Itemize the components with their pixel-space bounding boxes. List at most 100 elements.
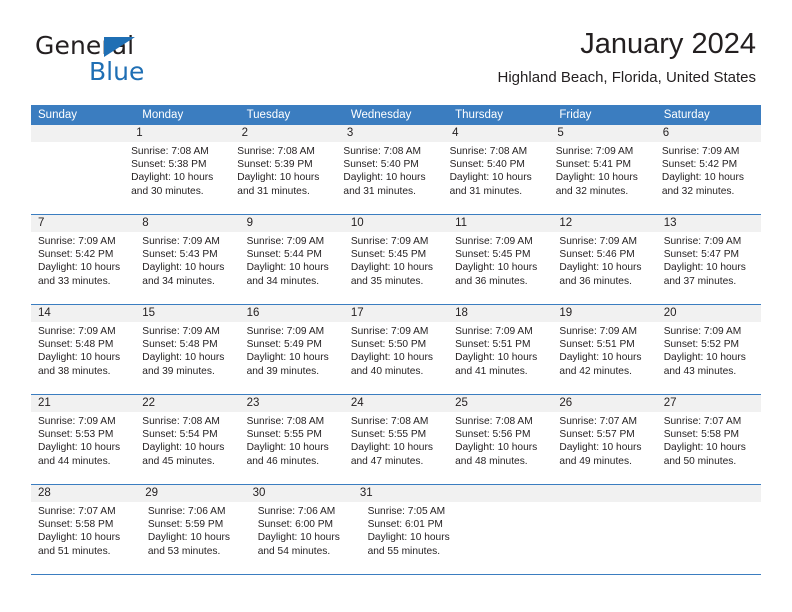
- day-number[interactable]: 20: [657, 305, 761, 322]
- sunset-text: Sunset: 5:56 PM: [455, 429, 531, 441]
- day-number[interactable]: 16: [240, 305, 344, 322]
- day-cell[interactable]: Sunrise: 7:09 AM Sunset: 5:48 PM Daylight:…: [135, 322, 239, 394]
- sunrise-text: Sunrise: 7:09 AM: [246, 326, 325, 337]
- day-cell[interactable]: Sunrise: 7:08 AM Sunset: 5:38 PM Daylight:…: [124, 142, 230, 214]
- day-cell[interactable]: Sunrise: 7:09 AM Sunset: 5:51 PM Daylight:…: [448, 322, 552, 394]
- day-cell[interactable]: Sunrise: 7:09 AM Sunset: 5:51 PM Daylight:…: [552, 322, 656, 394]
- daylight-text-line1: Daylight: 10 hours: [367, 532, 450, 544]
- day-cell[interactable]: Sunrise: 7:08 AM Sunset: 5:40 PM Daylight:…: [336, 142, 442, 214]
- day-cell[interactable]: Sunrise: 7:09 AM Sunset: 5:53 PM Daylight:…: [31, 412, 135, 484]
- day-cell[interactable]: Sunrise: 7:08 AM Sunset: 5:54 PM Daylight:…: [135, 412, 239, 484]
- day-cell[interactable]: Sunrise: 7:08 AM Sunset: 5:40 PM Daylight:…: [443, 142, 549, 214]
- day-number[interactable]: 11: [448, 215, 552, 232]
- sunset-text: Sunset: 5:38 PM: [131, 159, 207, 171]
- day-cell[interactable]: Sunrise: 7:09 AM Sunset: 5:50 PM Daylight:…: [344, 322, 448, 394]
- day-cell[interactable]: Sunrise: 7:08 AM Sunset: 5:39 PM Daylight:…: [230, 142, 336, 214]
- day-number[interactable]: 27: [657, 395, 761, 412]
- day-cell[interactable]: Sunrise: 7:09 AM Sunset: 5:41 PM Daylight:…: [549, 142, 655, 214]
- day-cell[interactable]: Sunrise: 7:09 AM Sunset: 5:49 PM Daylight:…: [240, 322, 344, 394]
- day-number[interactable]: 13: [657, 215, 761, 232]
- day-cell[interactable]: Sunrise: 7:08 AM Sunset: 5:55 PM Daylight:…: [240, 412, 344, 484]
- day-cell[interactable]: Sunrise: 7:09 AM Sunset: 5:43 PM Daylight:…: [135, 232, 239, 304]
- sunrise-text: Sunrise: 7:09 AM: [38, 416, 116, 427]
- day-cell[interactable]: Sunrise: 7:08 AM Sunset: 5:56 PM Daylight:…: [448, 412, 552, 484]
- day-cell[interactable]: Sunrise: 7:06 AM Sunset: 5:59 PM Daylight:…: [141, 502, 251, 574]
- weekday-header-monday: Monday: [142, 109, 184, 121]
- sunset-text: Sunset: 5:43 PM: [142, 249, 218, 261]
- day-cell[interactable]: Sunrise: 7:09 AM Sunset: 5:42 PM Daylight:…: [655, 142, 761, 214]
- day-number[interactable]: 30: [246, 485, 353, 502]
- day-number[interactable]: 7: [31, 215, 135, 232]
- sunset-text: Sunset: 5:58 PM: [38, 519, 114, 531]
- sunrise-text: Sunrise: 7:09 AM: [455, 236, 533, 247]
- sunset-text: Sunset: 5:42 PM: [38, 249, 114, 261]
- day-number[interactable]: 14: [31, 305, 135, 322]
- weekday-header-friday: Friday: [559, 109, 592, 121]
- sunset-text: Sunset: 5:44 PM: [246, 249, 322, 261]
- day-cell[interactable]: Sunrise: 7:09 AM Sunset: 5:44 PM Daylight:…: [240, 232, 344, 304]
- day-number-row: 14 15 16 17 18 19 20: [31, 305, 761, 322]
- day-number[interactable]: 4: [445, 125, 550, 142]
- day-number[interactable]: 1: [129, 125, 234, 142]
- day-cell[interactable]: Sunrise: 7:05 AM Sunset: 6:01 PM Daylight:…: [361, 502, 471, 574]
- day-number[interactable]: 2: [235, 125, 340, 142]
- sunrise-text: Sunrise: 7:09 AM: [350, 236, 429, 247]
- day-cell[interactable]: Sunrise: 7:09 AM Sunset: 5:48 PM Daylight:…: [31, 322, 135, 394]
- day-number[interactable]: 9: [240, 215, 344, 232]
- day-number[interactable]: 23: [240, 395, 344, 412]
- day-cell[interactable]: Sunrise: 7:07 AM Sunset: 5:58 PM Daylight:…: [657, 412, 761, 484]
- sunrise-text: Sunrise: 7:08 AM: [246, 416, 325, 427]
- day-number[interactable]: 15: [135, 305, 239, 322]
- general-blue-logo[interactable]: General Blue: [35, 33, 275, 89]
- daylight-text-line1: Daylight: 10 hours: [147, 532, 230, 544]
- day-number[interactable]: 22: [135, 395, 239, 412]
- day-cell[interactable]: Sunrise: 7:07 AM Sunset: 5:57 PM Daylight:…: [552, 412, 656, 484]
- daylight-text-line2: and 36 minutes.: [559, 275, 632, 287]
- day-number[interactable]: 29: [138, 485, 245, 502]
- day-cell[interactable]: Sunrise: 7:09 AM Sunset: 5:45 PM Daylight:…: [344, 232, 448, 304]
- logo-text-blue: Blue: [89, 57, 145, 86]
- daylight-text-line1: Daylight: 10 hours: [555, 172, 638, 184]
- daylight-text-line1: Daylight: 10 hours: [38, 262, 121, 274]
- daylight-text-line2: and 50 minutes.: [663, 455, 737, 467]
- day-cell[interactable]: Sunrise: 7:09 AM Sunset: 5:46 PM Daylight:…: [552, 232, 656, 304]
- daylight-text-line1: Daylight: 10 hours: [142, 352, 225, 364]
- daylight-text-line1: Daylight: 10 hours: [350, 352, 433, 364]
- daylight-text-line2: and 30 minutes.: [131, 185, 204, 197]
- day-cell[interactable]: Sunrise: 7:06 AM Sunset: 6:00 PM Daylight:…: [251, 502, 361, 574]
- sunrise-text: Sunrise: 7:08 AM: [449, 146, 528, 157]
- day-cell[interactable]: Sunrise: 7:09 AM Sunset: 5:45 PM Daylight:…: [448, 232, 552, 304]
- day-number[interactable]: 31: [353, 485, 460, 502]
- day-number[interactable]: 25: [448, 395, 552, 412]
- weekday-header-sunday: Sunday: [38, 109, 78, 121]
- day-cell[interactable]: Sunrise: 7:08 AM Sunset: 5:55 PM Daylight:…: [344, 412, 448, 484]
- sunset-text: Sunset: 5:48 PM: [142, 339, 218, 351]
- day-number[interactable]: 3: [340, 125, 445, 142]
- sunrise-text: Sunrise: 7:07 AM: [38, 506, 116, 517]
- day-cell[interactable]: Sunrise: 7:09 AM Sunset: 5:47 PM Daylight:…: [657, 232, 761, 304]
- daylight-text-line2: and 37 minutes.: [663, 275, 737, 287]
- day-number[interactable]: 18: [448, 305, 552, 322]
- day-number[interactable]: 10: [344, 215, 448, 232]
- day-cell[interactable]: Sunrise: 7:07 AM Sunset: 5:58 PM Daylight:…: [31, 502, 141, 574]
- day-cell[interactable]: Sunrise: 7:09 AM Sunset: 5:42 PM Daylight:…: [31, 232, 135, 304]
- daylight-text-line1: Daylight: 10 hours: [449, 172, 532, 184]
- calendar-page: General Blue January 2024 Highland Beach…: [0, 0, 792, 612]
- day-number[interactable]: 26: [552, 395, 656, 412]
- day-number[interactable]: 21: [31, 395, 135, 412]
- day-number[interactable]: 17: [344, 305, 448, 322]
- day-number[interactable]: 28: [31, 485, 138, 502]
- sunset-text: Sunset: 5:41 PM: [555, 159, 632, 171]
- sunset-text: Sunset: 5:47 PM: [663, 249, 740, 261]
- day-cell[interactable]: Sunrise: 7:09 AM Sunset: 5:52 PM Daylight:…: [657, 322, 761, 394]
- day-number[interactable]: 6: [656, 125, 761, 142]
- day-number[interactable]: 12: [552, 215, 656, 232]
- day-number[interactable]: 24: [344, 395, 448, 412]
- sunrise-text: Sunrise: 7:07 AM: [559, 416, 637, 427]
- day-number[interactable]: 8: [135, 215, 239, 232]
- daylight-text-line1: Daylight: 10 hours: [663, 442, 746, 454]
- sunrise-text: Sunrise: 7:06 AM: [147, 506, 226, 517]
- day-number-empty: [661, 485, 761, 502]
- day-number[interactable]: 5: [550, 125, 655, 142]
- day-number[interactable]: 19: [552, 305, 656, 322]
